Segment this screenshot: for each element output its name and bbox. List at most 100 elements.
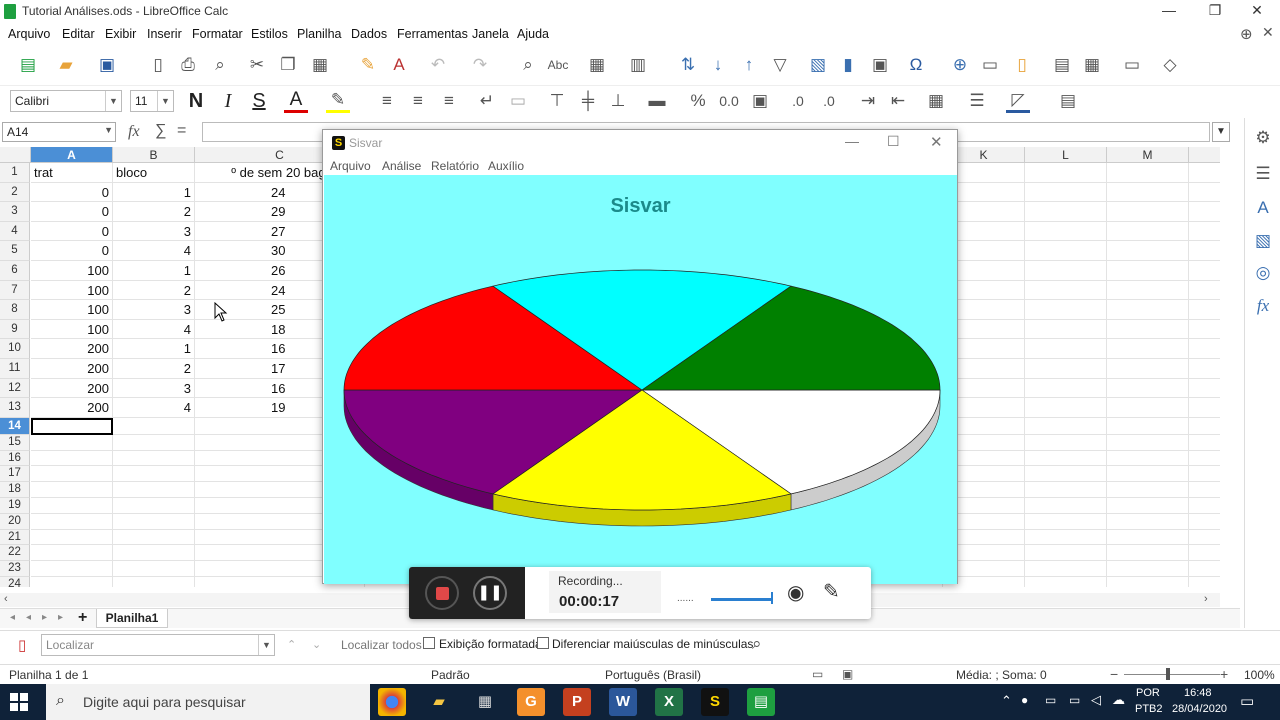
empty-cell[interactable] — [31, 450, 113, 467]
data-cell[interactable]: 2 — [113, 202, 195, 222]
empty-cell[interactable] — [1025, 513, 1107, 530]
empty-cell[interactable] — [1025, 561, 1107, 577]
align-bottom-icon[interactable]: ⊥ — [606, 89, 630, 113]
sisvar-menu-arquivo[interactable]: Arquivo — [330, 159, 371, 173]
first-sheet-icon[interactable]: ◂ — [10, 612, 15, 623]
empty-cell[interactable] — [1189, 530, 1220, 546]
empty-cell[interactable] — [1025, 482, 1107, 498]
data-cell[interactable]: 0 — [31, 202, 113, 222]
pause-recording-button[interactable]: ❚❚ — [473, 576, 507, 610]
empty-cell[interactable] — [1107, 513, 1189, 530]
empty-cell[interactable] — [113, 498, 195, 514]
empty-cell[interactable] — [31, 545, 113, 562]
empty-cell[interactable] — [31, 434, 113, 451]
row-header[interactable]: 21 — [0, 529, 30, 546]
draw-functions-icon[interactable]: ◇ — [1158, 53, 1182, 77]
windows-start-icon[interactable] — [10, 693, 28, 711]
menu-janela[interactable]: Janela — [472, 27, 509, 41]
empty-cell[interactable] — [113, 417, 195, 435]
empty-cell[interactable] — [31, 577, 113, 587]
close-button[interactable]: ✕ — [1234, 0, 1280, 23]
empty-cell[interactable] — [1189, 398, 1220, 418]
clone-formatting-icon[interactable]: ✎ — [356, 53, 380, 77]
add-sheet-icon[interactable]: + — [78, 609, 87, 627]
pivot-table-icon[interactable]: ▣ — [868, 53, 892, 77]
data-cell[interactable]: 200 — [31, 398, 113, 418]
sort-ascending-icon[interactable]: ↓ — [706, 53, 730, 77]
calc-taskbar-icon[interactable]: ▤ — [747, 688, 775, 716]
conditional-format-icon[interactable]: ▤ — [1056, 89, 1080, 113]
close-findbar-icon[interactable]: ▯ — [18, 636, 26, 654]
copy-icon[interactable]: ❐ — [276, 53, 300, 77]
column-header-a[interactable]: A — [31, 147, 113, 163]
empty-cell[interactable] — [1189, 451, 1220, 467]
empty-cell[interactable] — [113, 482, 195, 498]
active-cell[interactable] — [31, 417, 113, 435]
row-header[interactable]: 19 — [0, 498, 30, 514]
find-replace-icon[interactable]: ⌕ — [752, 634, 762, 654]
data-cell[interactable]: 2 — [113, 280, 195, 301]
data-cell[interactable]: 0 — [31, 241, 113, 261]
menu-dados[interactable]: Dados — [351, 27, 387, 41]
stop-recording-button[interactable] — [425, 576, 459, 610]
empty-cell[interactable] — [1025, 359, 1107, 379]
notifications-icon[interactable]: ▭ — [1240, 692, 1254, 710]
empty-cell[interactable] — [1107, 398, 1189, 418]
row-header[interactable]: 7 — [0, 280, 30, 301]
empty-cell[interactable] — [1107, 434, 1189, 451]
empty-cell[interactable] — [1025, 498, 1107, 514]
tray-chevron-up-icon[interactable]: ⌃ — [1001, 693, 1012, 709]
empty-cell[interactable] — [1107, 182, 1189, 203]
cast-tray-icon[interactable]: ▭ — [1069, 693, 1080, 707]
empty-cell[interactable] — [1107, 339, 1189, 359]
find-next-icon[interactable]: ⌄ — [312, 638, 321, 651]
scroll-left-icon[interactable]: ‹ — [4, 593, 8, 605]
clock-time[interactable]: 16:48 — [1184, 687, 1212, 699]
network-tray-icon[interactable]: ▭ — [1045, 693, 1056, 707]
row-header[interactable]: 1 — [0, 163, 30, 183]
spelling-icon[interactable]: Abc — [546, 53, 570, 77]
border-style-icon[interactable]: ☰ — [965, 89, 989, 113]
data-cell[interactable]: 100 — [31, 319, 113, 340]
empty-cell[interactable] — [113, 545, 195, 562]
row-header[interactable]: 20 — [0, 513, 30, 530]
empty-cell[interactable] — [1189, 577, 1220, 587]
empty-cell[interactable] — [1107, 466, 1189, 483]
sort-descending-icon[interactable]: ↑ — [737, 53, 761, 77]
input-layout[interactable]: PTB2 — [1135, 703, 1163, 715]
save-icon[interactable]: ▣ — [95, 53, 119, 77]
empty-cell[interactable] — [1189, 482, 1220, 498]
empty-cell[interactable] — [1107, 241, 1189, 261]
empty-cell[interactable] — [1107, 529, 1189, 546]
volume-tray-icon[interactable]: ◁ — [1091, 692, 1101, 708]
sheet-tab-planilha1[interactable]: Planilha1 — [96, 609, 168, 628]
empty-cell[interactable] — [1025, 280, 1107, 301]
special-character-icon[interactable]: Ω — [904, 53, 928, 77]
empty-cell[interactable] — [1189, 281, 1220, 301]
empty-cell[interactable] — [113, 466, 195, 483]
menu-arquivo[interactable]: Arquivo — [8, 27, 50, 41]
split-window-icon[interactable]: ▭ — [1120, 53, 1144, 77]
empty-cell[interactable] — [1025, 450, 1107, 467]
empty-cell[interactable] — [1107, 202, 1189, 222]
empty-cell[interactable] — [1107, 261, 1189, 281]
font-color-icon[interactable]: A — [284, 89, 308, 113]
delete-decimal-icon[interactable]: .0 — [817, 89, 841, 113]
menu-inserir[interactable]: Inserir — [147, 27, 182, 41]
italic-icon[interactable]: I — [216, 89, 240, 113]
empty-cell[interactable] — [1107, 561, 1189, 577]
zoom-level[interactable]: 100% — [1244, 668, 1275, 682]
properties-icon[interactable]: ☰ — [1252, 164, 1274, 186]
data-cell[interactable]: 0 — [31, 182, 113, 203]
empty-cell[interactable] — [1189, 359, 1220, 379]
empty-cell[interactable] — [1107, 319, 1189, 340]
file-explorer-icon[interactable]: ▰ — [425, 688, 453, 716]
row-header[interactable]: 16 — [0, 450, 30, 467]
empty-cell[interactable] — [1025, 261, 1107, 281]
empty-cell[interactable] — [1189, 514, 1220, 530]
empty-cell[interactable] — [1025, 529, 1107, 546]
empty-cell[interactable] — [1025, 466, 1107, 483]
pencil-icon[interactable]: ✎ — [823, 579, 840, 604]
name-box[interactable]: A14 ▼ — [2, 122, 116, 142]
sisvar-window[interactable]: S Sisvar — ☐ ✕ Arquivo Análise Relatório… — [322, 129, 958, 584]
